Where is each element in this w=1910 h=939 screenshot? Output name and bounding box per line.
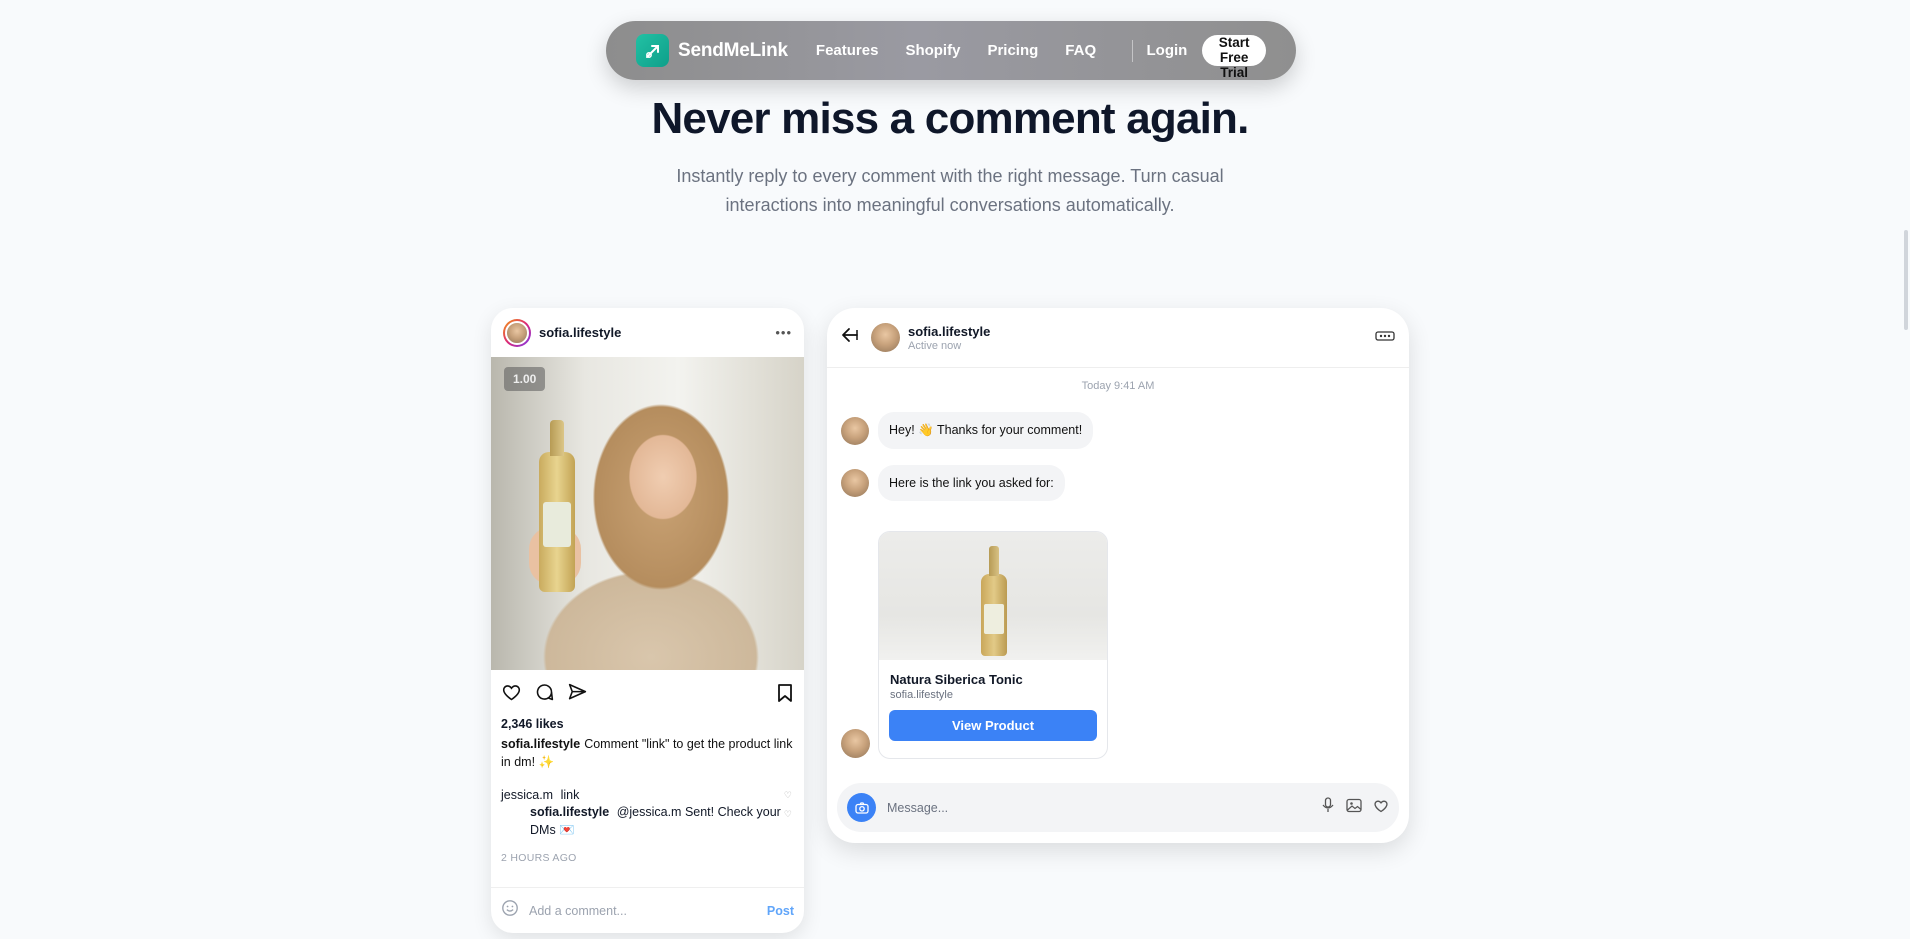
microphone-icon[interactable] [1321, 797, 1335, 818]
reply-like-heart-icon[interactable]: ♡ [784, 805, 792, 823]
like-heart-icon[interactable] [501, 682, 522, 703]
add-comment-bar: Add a comment... Post [491, 887, 804, 933]
message-row: Here is the link you asked for: [827, 465, 1409, 501]
more-options-icon[interactable]: ••• [775, 325, 792, 340]
comment-username[interactable]: jessica.m [501, 788, 553, 802]
dm-date: Today 9:41 AM [1081, 380, 1155, 392]
comment-like-heart-icon[interactable]: ♡ [784, 790, 792, 801]
dm-username[interactable]: sofia.lifestyle [908, 324, 990, 339]
dm-header: sofia.lifestyle Active now [827, 308, 1409, 368]
post-avatar[interactable] [503, 318, 531, 347]
back-arrow-icon[interactable] [841, 327, 859, 348]
comment-icon[interactable] [534, 682, 555, 703]
top-navbar: SendMeLink Features Shopify Pricing FAQ … [606, 21, 1296, 80]
nav-links: Features Shopify Pricing FAQ [816, 42, 1096, 59]
bookmark-icon[interactable] [776, 683, 794, 703]
product-seller: sofia.lifestyle [890, 689, 953, 701]
product-title: Natura Siberica Tonic [890, 672, 1023, 687]
nav-link-features[interactable]: Features [816, 42, 879, 59]
post-username[interactable]: sofia.lifestyle [539, 325, 621, 340]
message-bubble: Here is the link you asked for: [878, 465, 1065, 501]
login-link[interactable]: Login [1147, 42, 1188, 59]
heart-icon[interactable] [1373, 798, 1389, 818]
playback-speed-badge: 1.00 [504, 367, 546, 391]
post-caption: sofia.lifestyle Comment "link" to get the… [491, 731, 804, 771]
add-comment-input[interactable]: Add a comment... [529, 904, 627, 918]
hero-subtitle: Instantly reply to every comment with th… [676, 166, 1224, 215]
reply-item: sofia.lifestyle @jessica.m Sent! Check y… [491, 803, 804, 839]
share-send-icon[interactable] [567, 682, 588, 703]
post-actions [491, 670, 804, 715]
message-avatar [841, 729, 870, 758]
view-product-button[interactable]: View Product [889, 710, 1097, 741]
start-free-trial-button[interactable]: Start Free Trial [1202, 35, 1266, 80]
comment-text: link [560, 788, 580, 802]
message-bubble: Hey! 👋 Thanks for your comment! [878, 412, 1094, 449]
product-image [879, 532, 1107, 660]
hero-title: Never miss a comment again. [651, 94, 1249, 143]
nav-link-faq[interactable]: FAQ [1065, 42, 1096, 59]
brand[interactable]: SendMeLink [636, 34, 788, 67]
nav-link-pricing[interactable]: Pricing [987, 42, 1038, 59]
dm-conversation-card: sofia.lifestyle Active now Today 9:41 AM… [827, 308, 1409, 843]
camera-icon[interactable] [847, 793, 876, 822]
caption-username[interactable]: sofia.lifestyle [501, 737, 580, 751]
message-input[interactable]: Message... [887, 801, 948, 815]
comment-item: jessica.m link ♡ [491, 788, 804, 802]
bottle-image [539, 420, 575, 592]
brand-logo-icon [636, 34, 669, 67]
emoji-icon[interactable] [501, 899, 519, 922]
brand-name: SendMeLink [678, 39, 788, 61]
nav-link-shopify[interactable]: Shopify [905, 42, 960, 59]
post-header: sofia.lifestyle ••• [491, 308, 804, 357]
message-avatar [841, 416, 869, 445]
message-row: Hey! 👋 Thanks for your comment! [827, 412, 1409, 449]
post-image: 1.00 [491, 357, 804, 670]
post-comment-button[interactable]: Post [767, 904, 794, 918]
page-scrollbar[interactable] [1904, 230, 1908, 330]
product-card[interactable]: Natura Siberica Tonic sofia.lifestyle Vi… [878, 531, 1108, 759]
dm-avatar[interactable] [871, 323, 900, 352]
likes-count: 2,346 likes [501, 717, 564, 731]
instagram-post-card: sofia.lifestyle ••• 1.00 2,346 likes sof… [491, 308, 804, 933]
post-timestamp: 2 HOURS AGO [501, 852, 577, 864]
dm-more-options-icon[interactable] [1375, 329, 1395, 347]
reply-username[interactable]: sofia.lifestyle [530, 805, 609, 819]
image-icon[interactable] [1346, 798, 1362, 818]
dm-status: Active now [908, 339, 962, 352]
message-composer: Message... [837, 783, 1399, 832]
message-avatar [841, 469, 869, 497]
